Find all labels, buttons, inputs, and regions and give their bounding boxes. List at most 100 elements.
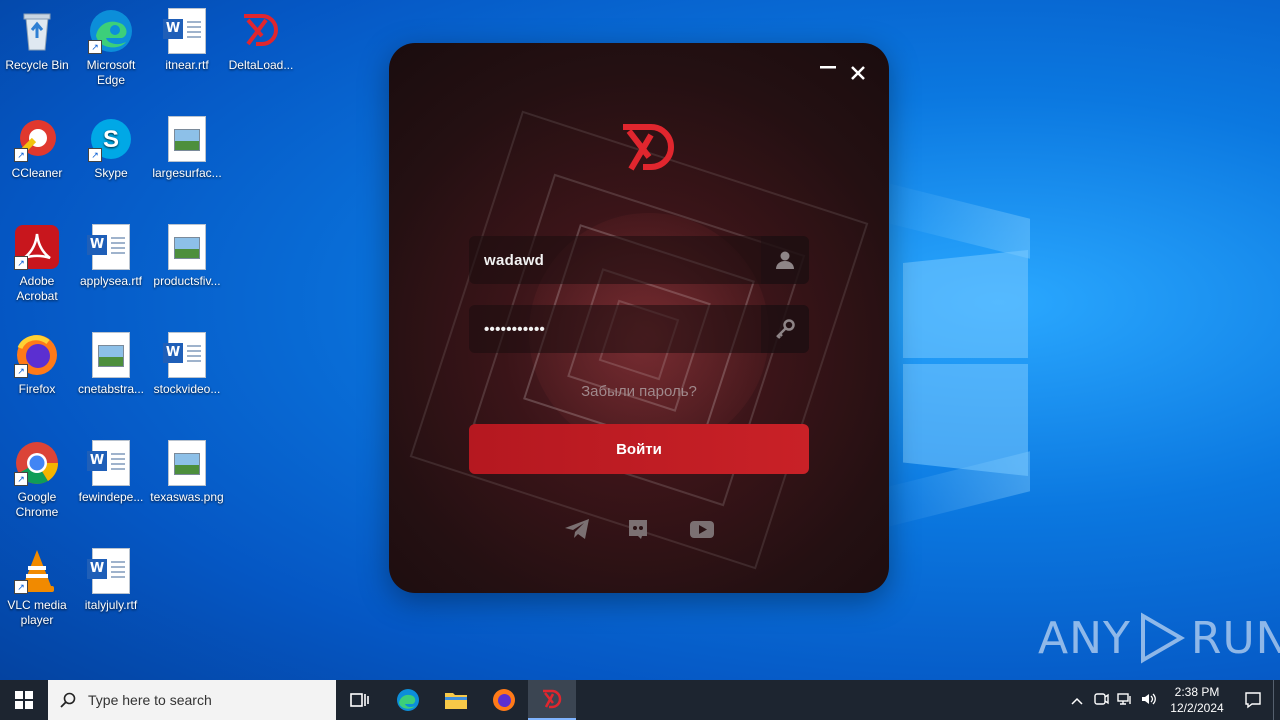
youtube-link[interactable] xyxy=(689,517,715,541)
recycle-bin-icon xyxy=(14,8,60,54)
close-icon xyxy=(851,66,865,80)
windows-wallpaper-logo xyxy=(895,240,1030,480)
taskbar-clock[interactable]: 2:38 PM 12/2/2024 xyxy=(1161,684,1233,716)
anyrun-watermark: ANY RUN xyxy=(1038,612,1280,664)
show-desktop-button[interactable] xyxy=(1273,680,1280,720)
username-value: wadawd xyxy=(484,251,545,269)
image-file-icon xyxy=(88,332,134,378)
discord-icon xyxy=(629,520,647,539)
desktop-icon-stockvideo[interactable]: W stockvideo... xyxy=(150,332,224,397)
desktop-icon-deltaload[interactable]: DeltaLoad... xyxy=(224,8,298,73)
youtube-icon xyxy=(690,521,714,538)
close-button[interactable] xyxy=(850,64,866,87)
desktop-icon-label: itnear.rtf xyxy=(165,58,209,72)
volume-button[interactable] xyxy=(1137,692,1161,709)
deltaload-logo xyxy=(617,121,679,175)
folder-icon xyxy=(445,693,467,709)
desktop-icon-productsfiv[interactable]: productsfiv... xyxy=(150,224,224,289)
desktop-icon-label: cnetabstra... xyxy=(77,382,145,396)
desktop-icon-skype[interactable]: S ↗ Skype xyxy=(74,116,148,181)
desktop-icon-microsoft-edge[interactable]: ↗ Microsoft Edge xyxy=(74,8,148,88)
word-document-icon: W xyxy=(87,548,134,594)
deltaload-icon xyxy=(543,689,562,709)
login-button[interactable]: Войти xyxy=(469,424,809,474)
image-file-icon xyxy=(164,440,210,486)
desktop-icon-label: applysea.rtf xyxy=(79,274,143,288)
edge-icon xyxy=(397,689,419,711)
speaker-icon xyxy=(1142,693,1156,704)
desktop-icon-recycle-bin[interactable]: Recycle Bin xyxy=(0,8,74,73)
word-document-icon: W xyxy=(87,440,134,486)
skype-icon: S ↗ xyxy=(88,116,134,162)
network-button[interactable] xyxy=(1113,692,1137,709)
desktop-icon-vlc[interactable]: ↗ VLC media player xyxy=(0,548,74,628)
desktop-icon-texaswas[interactable]: texaswas.png xyxy=(150,440,224,505)
firefox-icon: ↗ xyxy=(14,332,60,378)
vlc-icon: ↗ xyxy=(14,548,60,594)
desktop-icon-cnetabstra[interactable]: cnetabstra... xyxy=(74,332,148,397)
taskbar-file-explorer[interactable] xyxy=(432,680,480,720)
clock-time: 2:38 PM xyxy=(1174,685,1220,699)
desktop-icon-itnear[interactable]: W itnear.rtf xyxy=(150,8,224,73)
telegram-link[interactable] xyxy=(564,517,590,541)
desktop-icon-largesurfac[interactable]: largesurfac... xyxy=(150,116,224,181)
minimize-button[interactable] xyxy=(819,57,837,81)
clock-date: 12/2/2024 xyxy=(1170,701,1224,715)
ccleaner-icon: ↗ xyxy=(14,116,60,162)
desktop-icon-label: Microsoft Edge xyxy=(86,58,136,87)
desktop-icon-google-chrome[interactable]: ↗ Google Chrome xyxy=(0,440,74,520)
desktop-icon-label: VLC media player xyxy=(7,598,67,627)
desktop-icon-fewindepe[interactable]: W fewindepe... xyxy=(74,440,148,505)
desktop-icon-applysea[interactable]: W applysea.rtf xyxy=(74,224,148,289)
search-icon xyxy=(60,692,76,708)
desktop-icon-label: Google Chrome xyxy=(15,490,59,519)
deltaload-login-window: wadawd ••••••••••• Забыли пароль? Войти xyxy=(389,43,889,593)
edge-icon: ↗ xyxy=(88,8,134,54)
desktop-icon-label: stockvideo... xyxy=(153,382,221,396)
key-icon xyxy=(761,305,809,353)
watermark-text-left: ANY xyxy=(1038,612,1131,664)
device-icon xyxy=(1094,692,1109,705)
notifications-button[interactable] xyxy=(1233,680,1273,720)
system-tray: 2:38 PM 12/2/2024 xyxy=(1065,680,1280,720)
meet-now-button[interactable] xyxy=(1089,692,1113,709)
search-placeholder: Type here to search xyxy=(88,692,212,708)
chrome-icon: ↗ xyxy=(14,440,60,486)
watermark-text-right: RUN xyxy=(1190,612,1280,664)
taskbar: Type here to search 2:38 PM 12/2/2024 xyxy=(0,680,1280,720)
deltaload-icon xyxy=(238,8,284,54)
desktop-icon-label: Recycle Bin xyxy=(5,58,69,72)
desktop-icon-ccleaner[interactable]: ↗ CCleaner xyxy=(0,116,74,181)
password-field[interactable]: ••••••••••• xyxy=(469,305,809,353)
telegram-icon xyxy=(565,519,589,539)
desktop-icon-label: fewindepe... xyxy=(78,490,144,504)
desktop-icon-label: Firefox xyxy=(18,382,56,396)
word-document-icon: W xyxy=(163,332,210,378)
desktop-icon-firefox[interactable]: ↗ Firefox xyxy=(0,332,74,397)
windows-start-icon xyxy=(15,691,33,709)
desktop-icon-label: largesurfac... xyxy=(152,166,222,180)
taskbar-firefox[interactable] xyxy=(480,680,528,720)
chevron-up-icon xyxy=(1071,697,1083,705)
network-icon xyxy=(1117,692,1131,705)
start-button[interactable] xyxy=(0,680,48,720)
desktop-icon-adobe-acrobat[interactable]: ↗ Adobe Acrobat xyxy=(0,224,74,304)
taskbar-search-box[interactable]: Type here to search xyxy=(48,680,336,720)
desktop-icon-label: CCleaner xyxy=(11,166,63,180)
user-icon xyxy=(761,236,809,284)
password-value: ••••••••••• xyxy=(484,320,546,338)
minimize-icon xyxy=(820,66,836,69)
username-field[interactable]: wadawd xyxy=(469,236,809,284)
task-view-button[interactable] xyxy=(336,680,384,720)
acrobat-icon: ↗ xyxy=(14,224,60,270)
notification-icon xyxy=(1245,692,1261,709)
show-hidden-icons-button[interactable] xyxy=(1065,693,1089,708)
taskbar-deltaload[interactable] xyxy=(528,680,576,720)
desktop-icon-label: Skype xyxy=(94,166,128,180)
forgot-password-link[interactable]: Забыли пароль? xyxy=(389,383,889,400)
desktop-icon-label: texaswas.png xyxy=(150,490,224,504)
image-file-icon xyxy=(164,116,210,162)
desktop-icon-italyjuly[interactable]: W italyjuly.rtf xyxy=(74,548,148,613)
taskbar-edge[interactable] xyxy=(384,680,432,720)
discord-link[interactable] xyxy=(626,517,652,541)
